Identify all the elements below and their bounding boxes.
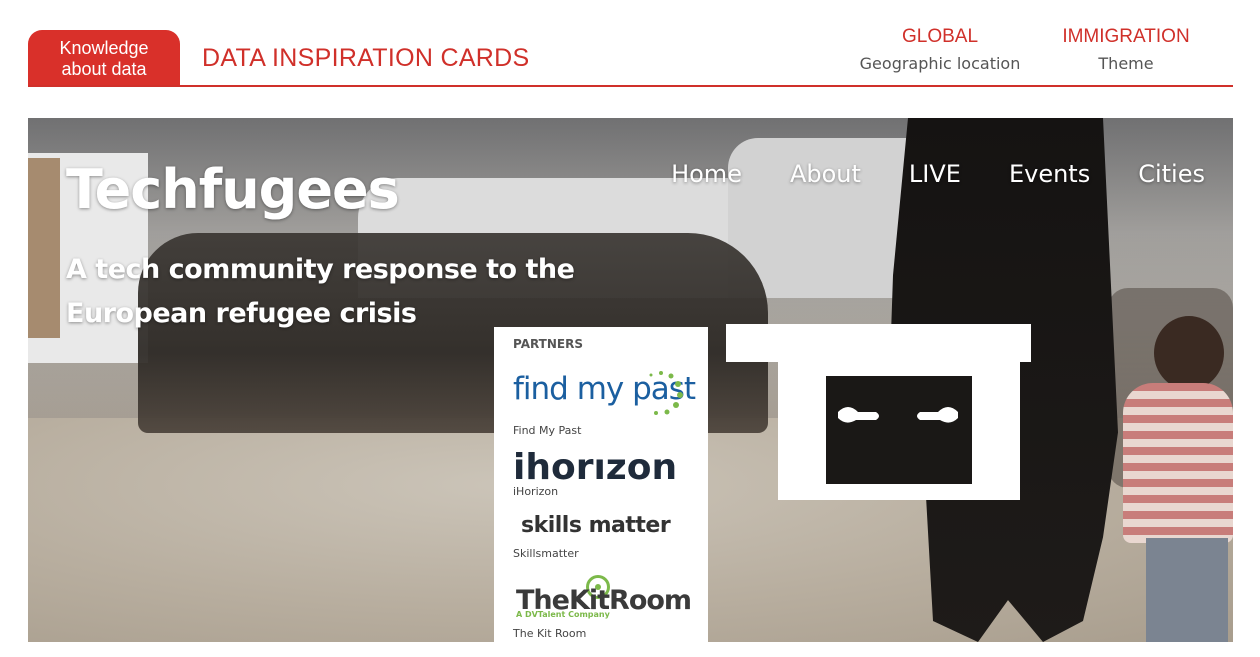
nav-about[interactable]: About	[790, 160, 861, 188]
geographic-location-label: Geographic location	[859, 54, 1021, 73]
geographic-location: GLOBAL Geographic location	[852, 26, 1028, 73]
cards-title: DATA INSPIRATION CARDS	[202, 44, 530, 72]
kitroom-subtext: A DVTalent Company	[516, 610, 610, 619]
theme-value: IMMIGRATION	[1062, 26, 1190, 47]
nav-live[interactable]: LIVE	[909, 160, 961, 188]
nav-home[interactable]: Home	[671, 160, 742, 188]
nav-events[interactable]: Events	[1009, 160, 1090, 188]
background-child-head	[1154, 316, 1224, 390]
site-tagline: A tech community response to the Europea…	[66, 254, 575, 329]
partners-heading: PARTNERS	[513, 337, 583, 351]
partner-logo-ihorizon[interactable]: ihorızon	[513, 447, 677, 488]
tf-hands-logo-icon	[726, 324, 1031, 500]
category-tag-label: Knowledge about data	[59, 37, 149, 79]
theme: IMMIGRATION Theme	[1050, 26, 1202, 73]
partners-panel: PARTNERS find my past Find My Past ihorı…	[494, 327, 708, 642]
partner-caption: Skillsmatter	[513, 547, 579, 560]
site-title[interactable]: Techfugees	[66, 158, 400, 221]
partner-caption: Find My Past	[513, 424, 582, 437]
partner-caption: The Kit Room	[513, 627, 587, 640]
partner-caption: iHorizon	[513, 485, 559, 498]
header-divider	[28, 85, 1233, 87]
background-child	[1123, 383, 1233, 543]
website-screenshot: Techfugees Home About LIVE Events Cities…	[28, 118, 1233, 642]
background-child-legs	[1146, 538, 1228, 642]
card-header: Knowledge about data DATA INSPIRATION CA…	[28, 0, 1233, 88]
nav-cities[interactable]: Cities	[1138, 160, 1205, 188]
background-truck-door	[28, 158, 60, 338]
site-nav: Home About LIVE Events Cities	[671, 160, 1233, 188]
partner-logo-skillsmatter[interactable]: skills matter	[521, 513, 671, 538]
geographic-location-value: GLOBAL	[901, 26, 979, 47]
category-tag: Knowledge about data	[28, 30, 180, 87]
findmypast-dots-icon	[649, 371, 683, 415]
theme-label: Theme	[1098, 54, 1154, 73]
